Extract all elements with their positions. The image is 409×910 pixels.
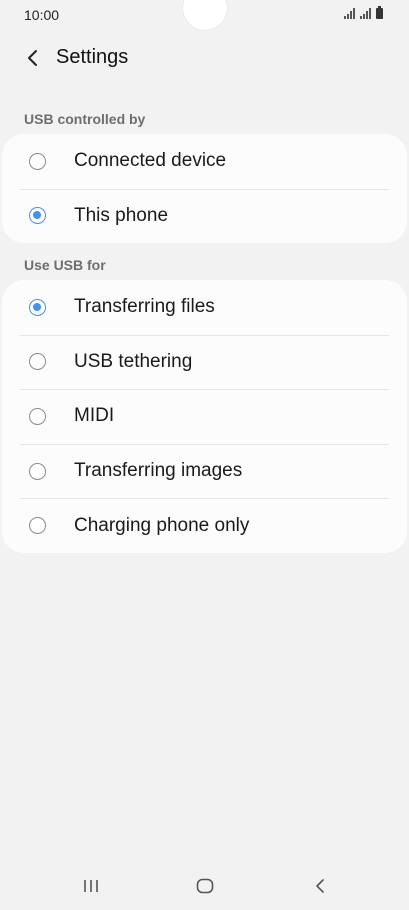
radio-unchecked-icon[interactable] [29,152,46,170]
home-button[interactable] [185,870,225,902]
section-header-usb-controlled-by: USB controlled by [24,111,146,127]
usb-controlled-by-card: Connected device This phone [2,134,407,244]
radio-checked-icon[interactable] [29,207,46,225]
section-header-use-usb-for: Use USB for [24,257,106,273]
option-label: Connected device [74,150,227,172]
option-label: Transferring files [74,296,215,318]
radio-unchecked-icon[interactable] [29,462,46,480]
status-bar: 10:00 [0,0,409,30]
camera-notch [183,0,227,30]
option-transferring-images[interactable]: Transferring images [2,443,407,499]
recents-button[interactable] [71,870,111,902]
option-midi[interactable]: MIDI [2,389,407,444]
signal-icon-2 [360,8,371,19]
option-this-phone[interactable]: This phone [2,188,407,244]
radio-checked-icon[interactable] [29,298,46,316]
option-label: Transferring images [74,460,243,482]
back-button[interactable] [18,42,48,74]
radio-unchecked-icon[interactable] [29,407,46,425]
status-time: 10:00 [24,7,60,23]
back-nav-button[interactable] [300,870,340,902]
chevron-left-icon [28,50,37,66]
option-label: This phone [74,204,169,226]
option-connected-device[interactable]: Connected device [2,134,407,189]
page-title: Settings [56,46,129,68]
navigation-bar [0,866,409,906]
header: Settings [0,38,409,78]
status-icons [344,6,383,19]
option-label: Charging phone only [74,514,250,536]
use-usb-for-card: Transferring files USB tethering MIDI Tr… [2,280,407,553]
radio-unchecked-icon[interactable] [29,517,46,535]
option-label: MIDI [74,405,115,427]
option-charging-phone-only[interactable]: Charging phone only [2,498,407,553]
battery-icon [376,6,383,19]
option-transferring-files[interactable]: Transferring files [2,280,407,335]
radio-unchecked-icon[interactable] [29,353,46,371]
option-label: USB tethering [74,350,193,372]
option-usb-tethering[interactable]: USB tethering [2,334,407,390]
signal-icon [344,8,355,19]
recents-icon [84,880,98,892]
home-icon [196,878,214,894]
back-icon [316,879,324,893]
